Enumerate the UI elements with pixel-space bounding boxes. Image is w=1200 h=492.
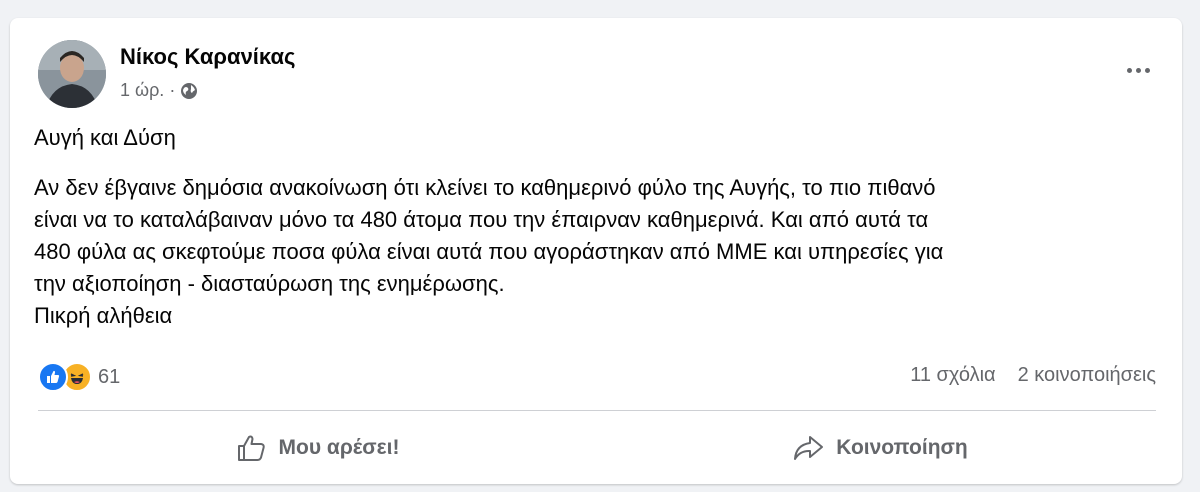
thumbs-up-icon xyxy=(237,435,265,461)
share-button-label: Κοινοποίηση xyxy=(836,436,968,459)
post-body-line: Πικρή αλήθεια xyxy=(34,303,173,328)
engagement-stats: 11 σχόλια 2 κοινοποιήσεις xyxy=(910,364,1156,387)
post-meta: 1 ώρ. · xyxy=(120,80,198,101)
post-body-line: 480 φύλα ας σκεφτούμε ποσα φύλα είναι αυ… xyxy=(34,239,944,264)
reaction-count: 61 xyxy=(98,365,121,388)
dot-icon xyxy=(1144,67,1150,73)
post-body-line: την αξιοποίηση - διασταύρωση της ενημέρω… xyxy=(34,271,505,296)
shares-count-link[interactable]: 2 κοινοποιήσεις xyxy=(1018,364,1156,387)
like-button[interactable]: Μου αρέσει! xyxy=(38,423,598,473)
dot-icon xyxy=(1135,67,1141,73)
like-button-label: Μου αρέσει! xyxy=(278,436,400,459)
post-body-line: είναι να το καταλάβαιναν μόνο τα 480 άτο… xyxy=(34,207,929,232)
more-options-button[interactable] xyxy=(1118,56,1158,84)
post-body-line: Αν δεν έβγαινε δημόσια ανακοίνωση ότι κλ… xyxy=(34,175,936,200)
avatar[interactable] xyxy=(38,40,106,108)
post-title: Αυγή και Δύση xyxy=(34,125,176,150)
author-name[interactable]: Νίκος Καρανίκας xyxy=(120,44,295,70)
reactions-summary[interactable]: 61 xyxy=(38,362,120,392)
stats-spacer xyxy=(996,364,1018,387)
comments-count-link[interactable]: 11 σχόλια xyxy=(910,364,995,387)
like-reaction-icon xyxy=(38,362,68,392)
share-arrow-icon xyxy=(794,436,824,460)
post-timestamp[interactable]: 1 ώρ. xyxy=(120,80,164,101)
post-card: Νίκος Καρανίκας 1 ώρ. · Αυγή και Δύση Αν… xyxy=(10,18,1182,484)
dot-icon xyxy=(1126,67,1132,73)
share-button[interactable]: Κοινοποίηση xyxy=(602,423,1158,473)
divider xyxy=(38,410,1156,411)
meta-separator: · xyxy=(169,80,176,100)
globe-icon xyxy=(180,82,198,100)
